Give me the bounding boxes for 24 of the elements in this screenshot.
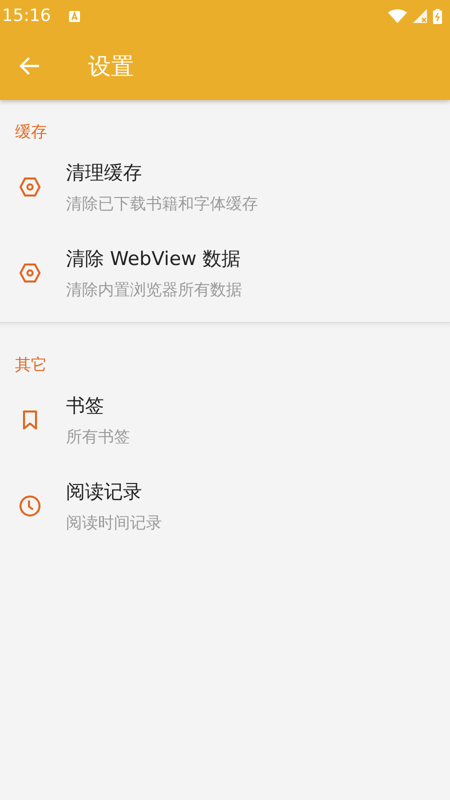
back-icon[interactable]	[19, 55, 41, 77]
settings-item[interactable]: 清除 WebView 数据 清除内置浏览器所有数据	[0, 230, 450, 316]
item-title: 清理缓存	[66, 160, 143, 186]
status-time: 15:16	[2, 6, 51, 26]
settings-item[interactable]: 阅读记录 阅读时间记录	[0, 463, 450, 549]
item-subtitle: 所有书签	[66, 426, 130, 448]
battery-icon	[433, 8, 442, 24]
signal-icon	[413, 9, 427, 23]
hexagon-icon	[19, 177, 41, 197]
item-title: 清除 WebView 数据	[66, 246, 242, 272]
item-subtitle: 清除内置浏览器所有数据	[66, 280, 242, 300]
item-title: 书签	[66, 394, 105, 418]
item-title: 阅读记录	[66, 480, 143, 504]
settings-item[interactable]: 书签 所有书签	[0, 377, 450, 463]
item-subtitle: 阅读时间记录	[66, 512, 162, 534]
section-header: 其它	[14, 354, 48, 376]
hexagon-icon	[19, 263, 41, 283]
settings-item[interactable]: 清理缓存 清除已下载书籍和字体缓存	[0, 144, 450, 230]
wifi-icon	[388, 9, 407, 23]
page-title: 设置	[88, 52, 134, 82]
clock-icon	[19, 495, 41, 517]
section-header: 缓存	[14, 121, 48, 143]
notification-icon	[69, 10, 80, 22]
item-subtitle: 清除已下载书籍和字体缓存	[66, 194, 258, 214]
